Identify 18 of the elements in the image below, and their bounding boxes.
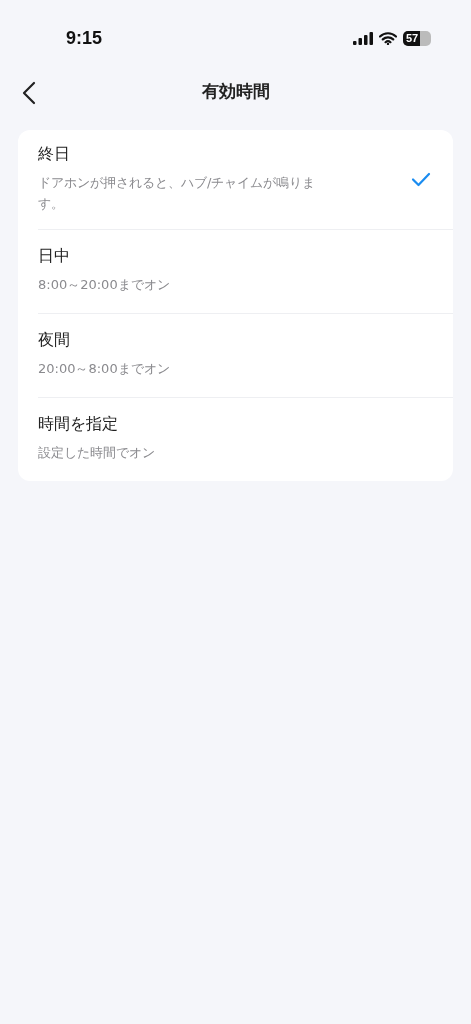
page-title: 有効時間	[201, 79, 270, 103]
option-row[interactable]: 日中 8:00～20:00までオン	[38, 229, 453, 314]
status-time: 9:15	[66, 27, 103, 49]
option-description: 8:00～20:00までオン	[38, 276, 171, 295]
back-icon	[22, 81, 36, 105]
option-row[interactable]: 終日 ドアホンが押されると、ハブ/チャイムが鳴ります。	[38, 130, 453, 230]
option-title[interactable]: 時間を指定	[38, 414, 409, 436]
option-description: 設定した時間でオン	[38, 444, 156, 463]
option-row[interactable]: 夜間 20:00～8:00までオン	[38, 313, 453, 398]
option-title[interactable]: 夜間	[38, 330, 409, 352]
option-title[interactable]: 終日	[38, 144, 409, 165]
wifi-icon	[379, 31, 397, 45]
battery-icon: 57	[403, 30, 431, 46]
signal-icon	[353, 31, 373, 45]
option-row[interactable]: 時間を指定 設定した時間でオン	[38, 397, 453, 481]
option-description: 20:00～8:00までオン	[38, 360, 171, 379]
option-title[interactable]: 日中	[38, 246, 409, 268]
option-description: ドアホンが押されると、ハブ/チャイムが鳴ります。	[38, 174, 317, 213]
